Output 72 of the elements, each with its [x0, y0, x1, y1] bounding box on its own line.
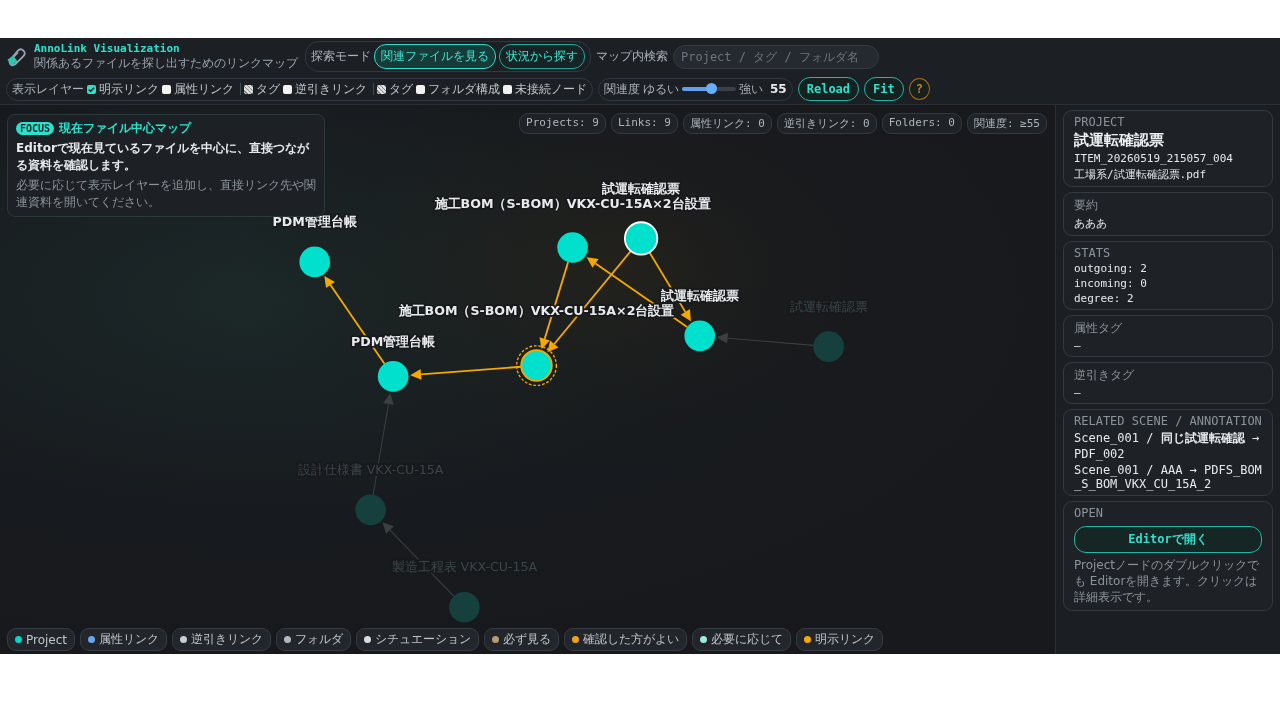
relevance-label: 関連度 [604, 80, 640, 98]
legend-item: シチュエーション [356, 628, 480, 651]
focus-description: Editorで現在見ているファイルを中心に、直接つながる資料を確認します。 [16, 140, 311, 174]
tag-value: — [1074, 339, 1082, 352]
layer-checkbox[interactable]: 逆引きリンク [283, 80, 374, 98]
mode-label: 探索モード [311, 48, 371, 65]
toolbar-button[interactable]: Fit [864, 77, 904, 101]
mode-button[interactable]: 状況から探す [499, 44, 585, 69]
open-note: Projectノードのダブルクリックでも Editorを開きます。クリックは詳細表示です。 [1074, 557, 1261, 606]
card-caption: STATS [1074, 246, 1112, 260]
app-title: AnnoLink Visualization [34, 41, 181, 55]
stat-pill: 関連度: ≥55 [966, 113, 1047, 134]
related-line: Scene_001 / AAA → PDFS_BOM_S_BOM_VKX_CU_15A_2 [1074, 463, 1262, 491]
slider-min-label: ゆるい [643, 80, 679, 98]
node-label: 試運転確認票 [602, 181, 681, 197]
stat-pill: Links: 9 [610, 113, 678, 134]
legend-item: フォルダ [276, 628, 352, 651]
legend-item: 属性リンク [80, 628, 168, 651]
logo-icon [6, 45, 28, 68]
project-title: 試運転確認票 [1074, 131, 1165, 150]
legend-item: Project [7, 628, 76, 651]
layer-checkbox[interactable]: フォルダ構成 [416, 80, 500, 98]
card-caption: RELATED SCENE / ANNOTATION [1074, 414, 1262, 428]
toolbar-button[interactable]: Reload [797, 77, 860, 101]
help-button[interactable]: ? [908, 78, 930, 100]
summary-text: あああ [1074, 216, 1108, 231]
card-caption: 属性タグ [1074, 320, 1123, 337]
check-icon [87, 84, 96, 94]
focus-hint: 必要に応じて表示レイヤーを追加し、直接リンク先や関連資料を開いてください。 [16, 177, 316, 211]
stat-pill: Projects: 9 [519, 113, 606, 134]
legend-item: 必要に応じて [692, 628, 792, 651]
project-node[interactable] [624, 221, 659, 256]
card-caption: 要約 [1074, 197, 1099, 214]
legend-item: 確認した方がよい [564, 628, 688, 651]
project-node[interactable] [355, 494, 386, 526]
tag-value: — [1074, 386, 1082, 399]
legend-item: 逆引きリンク [172, 628, 272, 651]
open-editor-button[interactable]: Editorで開く [1074, 526, 1262, 553]
project-node[interactable] [557, 232, 588, 263]
search-field[interactable]: Project / タグ / フォルダ名 [673, 44, 879, 69]
legend-item: 必ず見る [484, 628, 560, 651]
layer-label: 表示レイヤー [12, 80, 84, 98]
legend-item: 明示リンク [796, 628, 884, 651]
stat-line: incoming: 0 [1074, 277, 1148, 290]
stat-pill: 逆引きリンク: 0 [776, 113, 877, 134]
layer-checkbox[interactable]: 属性リンク [162, 80, 241, 98]
app-subtitle: 関係あるファイルを探し出すためのリンクマップ [34, 54, 298, 72]
node-label: 施工BOM（S-BOM）VKX-CU-15A×2台設置 [434, 195, 711, 211]
relevance-value: 55 [770, 82, 787, 96]
project-path: 工場系/試運転確認票.pdf [1074, 167, 1208, 182]
project-node[interactable] [813, 331, 844, 362]
current-node[interactable] [516, 345, 558, 387]
stat-line: outgoing: 2 [1074, 262, 1148, 275]
project-node[interactable] [449, 591, 480, 623]
mode-button[interactable]: 関連ファイルを見る [374, 44, 496, 69]
card-caption: OPEN [1074, 506, 1104, 520]
layer-checkbox[interactable]: 明示リンク [87, 80, 159, 98]
project-node[interactable] [377, 361, 409, 392]
focus-tag: FOCUS [16, 122, 55, 135]
project-id: ITEM_20260519_215057_004 [1074, 152, 1234, 165]
project-node[interactable] [299, 246, 330, 278]
layer-checkbox[interactable]: 未接続ノード [503, 80, 587, 98]
project-node[interactable] [684, 320, 716, 352]
slider-max-label: 強い [739, 80, 763, 98]
stat-pill: 属性リンク: 0 [682, 113, 772, 134]
focus-title: 現在ファイル中心マップ [59, 120, 192, 137]
related-line: Scene_001 / 同じ試運転確認 → PDF_002 [1074, 430, 1261, 461]
card-caption: 逆引きタグ [1074, 367, 1135, 384]
card-caption: PROJECT [1074, 115, 1126, 129]
stat-line: degree: 2 [1074, 292, 1135, 305]
stat-pill: Folders: 0 [881, 113, 962, 134]
search-label: マップ内検索 [596, 48, 668, 65]
